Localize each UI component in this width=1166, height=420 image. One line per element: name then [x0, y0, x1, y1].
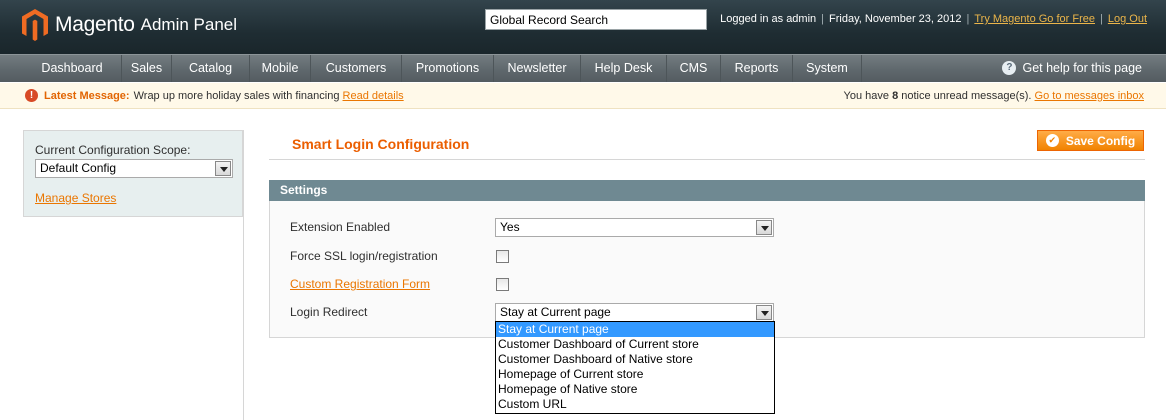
extension-enabled-value: Yes: [500, 220, 520, 234]
dropdown-option[interactable]: Homepage of Native store: [496, 382, 774, 397]
help-icon: ?: [1002, 61, 1017, 75]
dropdown-option[interactable]: Stay at Current page: [496, 322, 774, 337]
brand-subtitle: Admin Panel: [140, 15, 238, 34]
nav-item-mobile[interactable]: Mobile: [250, 55, 311, 82]
nav-item-dashboard[interactable]: Dashboard: [23, 55, 122, 82]
nav-item-newsletter[interactable]: Newsletter: [494, 55, 581, 82]
chevron-down-icon[interactable]: [215, 161, 231, 176]
custom-registration-form-link[interactable]: Custom Registration Form: [290, 277, 430, 291]
login-redirect-value: Stay at Current page: [500, 305, 611, 319]
alert-icon: !: [25, 89, 38, 102]
nav-item-reports[interactable]: Reports: [721, 55, 793, 82]
header: Magento Admin Panel Logged in as admin|F…: [0, 0, 1166, 54]
scope-select[interactable]: Default Config: [35, 159, 233, 178]
nav-item-promotions[interactable]: Promotions: [402, 55, 494, 82]
dropdown-option[interactable]: Customer Dashboard of Current store: [496, 337, 774, 352]
force-ssl-checkbox[interactable]: [496, 250, 509, 263]
chevron-down-icon[interactable]: [756, 305, 772, 320]
logged-in-text: Logged in as admin: [720, 13, 817, 25]
force-ssl-label: Force SSL login/registration: [290, 249, 438, 263]
scope-label: Current Configuration Scope:: [35, 143, 191, 157]
nav-item-cms[interactable]: CMS: [667, 55, 721, 82]
left-sidebar: Current Configuration Scope: Default Con…: [23, 130, 244, 420]
unread-count: 8: [892, 90, 899, 102]
chevron-down-icon[interactable]: [756, 220, 772, 235]
login-redirect-options: Stay at Current page Customer Dashboard …: [495, 321, 775, 414]
nav-item-customers[interactable]: Customers: [311, 55, 402, 82]
config-scope-box: Current Configuration Scope: Default Con…: [23, 130, 243, 217]
extension-enabled-label: Extension Enabled: [290, 220, 391, 234]
notification-bar: ! Latest Message: Wrap up more holiday s…: [0, 83, 1166, 109]
custom-registration-checkbox[interactable]: [496, 278, 509, 291]
main-nav: Dashboard Sales Catalog Mobile Customers…: [0, 54, 1166, 82]
help-link[interactable]: ? Get help for this page: [1002, 61, 1142, 75]
logo[interactable]: Magento Admin Panel: [22, 9, 237, 41]
save-config-button[interactable]: ✔ Save Config: [1037, 130, 1144, 151]
nav-item-system[interactable]: System: [793, 55, 862, 82]
current-date: Friday, November 23, 2012: [829, 13, 962, 25]
ok-icon: ✔: [1045, 134, 1059, 147]
help-link-label: Get help for this page: [1022, 61, 1142, 75]
unread-messages: You have 8 notice unread message(s). Go …: [844, 90, 1144, 102]
messages-inbox-link[interactable]: Go to messages inbox: [1035, 90, 1144, 102]
unread-suffix: notice unread message(s).: [901, 90, 1032, 102]
scope-select-value: Default Config: [40, 161, 117, 175]
latest-message-title: Latest Message:: [44, 89, 130, 102]
latest-message: ! Latest Message: Wrap up more holiday s…: [25, 89, 404, 102]
latest-message-text: Wrap up more holiday sales with financin…: [133, 89, 340, 102]
extension-enabled-select[interactable]: Yes: [495, 218, 774, 237]
unread-prefix: You have: [843, 90, 889, 102]
logout-link[interactable]: Log Out: [1108, 13, 1147, 25]
title-divider: [269, 159, 1145, 160]
dropdown-option[interactable]: Custom URL: [496, 397, 774, 412]
page-title: Smart Login Configuration: [292, 136, 470, 152]
nav-item-catalog[interactable]: Catalog: [172, 55, 250, 82]
brand-name: Magento: [55, 13, 135, 36]
login-redirect-label: Login Redirect: [290, 305, 368, 319]
try-magento-go-link[interactable]: Try Magento Go for Free: [974, 13, 1095, 25]
login-redirect-select[interactable]: Stay at Current page: [495, 303, 774, 322]
manage-stores-link[interactable]: Manage Stores: [35, 191, 116, 205]
settings-section-header[interactable]: Settings: [269, 180, 1145, 201]
header-account-links: Logged in as admin | Friday, November 23, …: [720, 13, 1147, 25]
nav-item-help-desk[interactable]: Help Desk: [581, 55, 667, 82]
dropdown-option[interactable]: Customer Dashboard of Native store: [496, 352, 774, 367]
magento-logo-icon: [22, 9, 48, 41]
save-config-label: Save Config: [1065, 133, 1136, 148]
nav-item-sales[interactable]: Sales: [122, 55, 172, 82]
read-details-link[interactable]: Read details: [343, 90, 404, 102]
dropdown-option[interactable]: Homepage of Current store: [496, 367, 774, 382]
global-search-input[interactable]: [485, 9, 707, 30]
